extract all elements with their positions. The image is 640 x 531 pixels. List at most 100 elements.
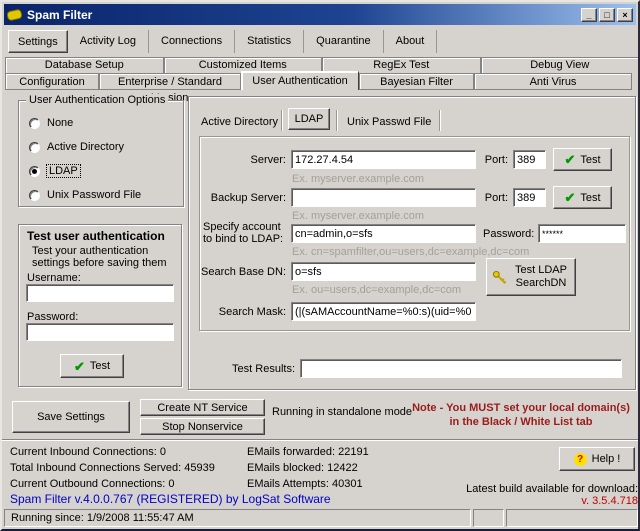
latest-build-version[interactable]: v. 3.5.4.718: [398, 495, 638, 507]
create-nt-service-label: Create NT Service: [157, 402, 247, 414]
radio-unix-password[interactable]: [29, 190, 40, 201]
test-auth-button-label: Test: [90, 360, 110, 372]
maximize-button[interactable]: □: [599, 8, 615, 22]
backup-hint: Ex. myserver.example.com: [292, 210, 424, 222]
check-icon: ✔: [74, 361, 85, 372]
bind-hint: Ex. cn=spamfilter,ou=users,dc=example,dc…: [292, 246, 529, 258]
test-backup-button[interactable]: ✔ Test: [553, 186, 612, 209]
radio-none-label: None: [47, 117, 73, 129]
test-results-label: Test Results:: [195, 363, 295, 375]
settings-tab-bar-lower: Configuration Enterprise / Standard Vers…: [5, 73, 639, 90]
stat-value: 12422: [327, 462, 358, 474]
tab-settings[interactable]: Settings: [8, 30, 68, 53]
tab-user-authentication[interactable]: User Authentication: [241, 71, 359, 90]
stop-nonservice-button[interactable]: Stop Nonservice: [140, 418, 265, 435]
help-button[interactable]: ? Help !: [559, 447, 635, 471]
tab-statistics[interactable]: Statistics: [235, 30, 304, 53]
test-user-auth-title: Test user authentication: [27, 230, 165, 242]
bind-account-label: Specify account to bind to LDAP:: [203, 221, 287, 245]
bind-password-input[interactable]: [538, 224, 626, 243]
backup-server-label: Backup Server:: [200, 192, 286, 204]
username-input[interactable]: [26, 284, 174, 302]
ldap-form-panel: Server: Port: ✔ Test Ex. myserver.exampl…: [199, 136, 630, 331]
radio-ldap[interactable]: [29, 166, 40, 177]
stat-value: 45939: [184, 462, 215, 474]
backup-server-input[interactable]: [291, 188, 476, 207]
tab-configuration[interactable]: Configuration: [5, 73, 99, 90]
latest-build-label: Latest build available for download:: [398, 483, 638, 495]
ldap-tab-ldap-label: LDAP: [295, 113, 324, 125]
search-base-dn-input[interactable]: [291, 262, 476, 281]
tab-quarantine[interactable]: Quarantine: [304, 30, 383, 53]
radio-active-directory[interactable]: [29, 142, 40, 153]
ldap-tab-ldap[interactable]: LDAP: [288, 108, 330, 130]
check-icon: ✔: [564, 154, 575, 165]
titlebar: Spam Filter _ □ ×: [4, 4, 636, 25]
test-user-auth-description: Test your authentication settings before…: [32, 245, 170, 269]
search-base-dn-label: Search Base DN:: [200, 266, 286, 278]
server-port-input[interactable]: [513, 150, 546, 169]
create-nt-service-button[interactable]: Create NT Service: [140, 399, 265, 416]
radio-row-unix-password[interactable]: Unix Password File: [29, 189, 183, 201]
username-label: Username:: [27, 272, 81, 284]
radio-row-none[interactable]: None: [29, 117, 183, 129]
server-label: Server:: [200, 154, 286, 166]
test-auth-button[interactable]: ✔ Test: [60, 354, 124, 378]
radio-row-ldap[interactable]: LDAP: [29, 165, 183, 177]
test-ldap-searchdn-button[interactable]: Test LDAP SearchDN: [486, 258, 576, 296]
spam-filter-window: Spam Filter _ □ × Settings Activity Log …: [0, 0, 640, 531]
stat-current-inbound: Current Inbound Connections: 0: [10, 446, 166, 458]
tab-activity-log[interactable]: Activity Log: [68, 30, 149, 53]
ldap-tab-unix-passwd[interactable]: Unix Passwd File: [347, 116, 431, 128]
server-port-label: Port:: [478, 154, 508, 166]
stat-label: EMails blocked:: [247, 462, 324, 474]
test-server-button[interactable]: ✔ Test: [553, 148, 612, 171]
test-ldap-searchdn-label: Test LDAP SearchDN: [512, 264, 570, 290]
server-hint: Ex. myserver.example.com: [292, 173, 424, 185]
radio-none[interactable]: [29, 118, 40, 129]
search-mask-input[interactable]: [291, 302, 476, 321]
test-results-input[interactable]: [300, 359, 622, 378]
radio-ldap-label: LDAP: [47, 165, 80, 177]
radio-unix-password-label: Unix Password File: [47, 189, 141, 201]
ldap-tab-active-directory[interactable]: Active Directory: [201, 116, 278, 128]
statusbar-running-since: Running since: 1/9/2008 11:55:47 AM: [4, 509, 471, 527]
test-backup-button-label: Test: [580, 192, 600, 204]
close-button[interactable]: ×: [617, 8, 633, 22]
tab-separator: [336, 110, 337, 131]
stop-nonservice-label: Stop Nonservice: [162, 421, 243, 433]
tab-debug-view[interactable]: Debug View: [481, 57, 640, 73]
tab-about[interactable]: About: [384, 30, 438, 53]
auth-options-title: User Authentication Options: [26, 94, 168, 106]
stat-total-inbound: Total Inbound Connections Served: 45939: [10, 462, 215, 474]
main-tab-bar: Settings Activity Log Connections Statis…: [8, 30, 437, 53]
tab-bayesian-filter[interactable]: Bayesian Filter: [359, 73, 474, 90]
stat-value: 22191: [338, 446, 369, 458]
password-input[interactable]: [26, 323, 174, 341]
radio-active-directory-label: Active Directory: [47, 141, 124, 153]
running-since-text: Running since: 1/9/2008 11:55:47 AM: [11, 512, 194, 524]
radio-row-active-directory[interactable]: Active Directory: [29, 141, 183, 153]
tab-anti-virus[interactable]: Anti Virus: [474, 73, 632, 90]
check-icon: ✔: [564, 192, 575, 203]
server-input[interactable]: [291, 150, 476, 169]
save-settings-button[interactable]: Save Settings: [12, 401, 130, 433]
standalone-mode-text: Running in standalone mode: [272, 406, 412, 418]
minimize-button[interactable]: _: [581, 8, 597, 22]
bind-account-input[interactable]: [291, 224, 476, 243]
stat-label: Current Outbound Connections:: [10, 478, 165, 490]
stat-emails-attempts: EMails Attempts: 40301: [247, 478, 363, 490]
registered-version-text: Spam Filter v.4.0.0.767 (REGISTERED) by …: [10, 493, 331, 505]
help-question-icon: ?: [574, 453, 587, 466]
base-dn-hint: Ex. ou=users,dc=example,dc=com: [292, 284, 461, 296]
stat-value: 0: [168, 478, 174, 490]
tab-separator: [439, 110, 440, 131]
backup-port-input[interactable]: [513, 188, 546, 207]
tab-connections[interactable]: Connections: [149, 30, 235, 53]
tab-database-setup[interactable]: Database Setup: [5, 57, 164, 73]
tab-enterprise-standard[interactable]: Enterprise / Standard Version: [99, 73, 241, 90]
stat-value: 0: [160, 446, 166, 458]
auth-options-groupbox: User Authentication Options None Active …: [18, 100, 184, 207]
tab-separator: [281, 110, 282, 131]
statusbar-panel-3: [506, 509, 638, 527]
